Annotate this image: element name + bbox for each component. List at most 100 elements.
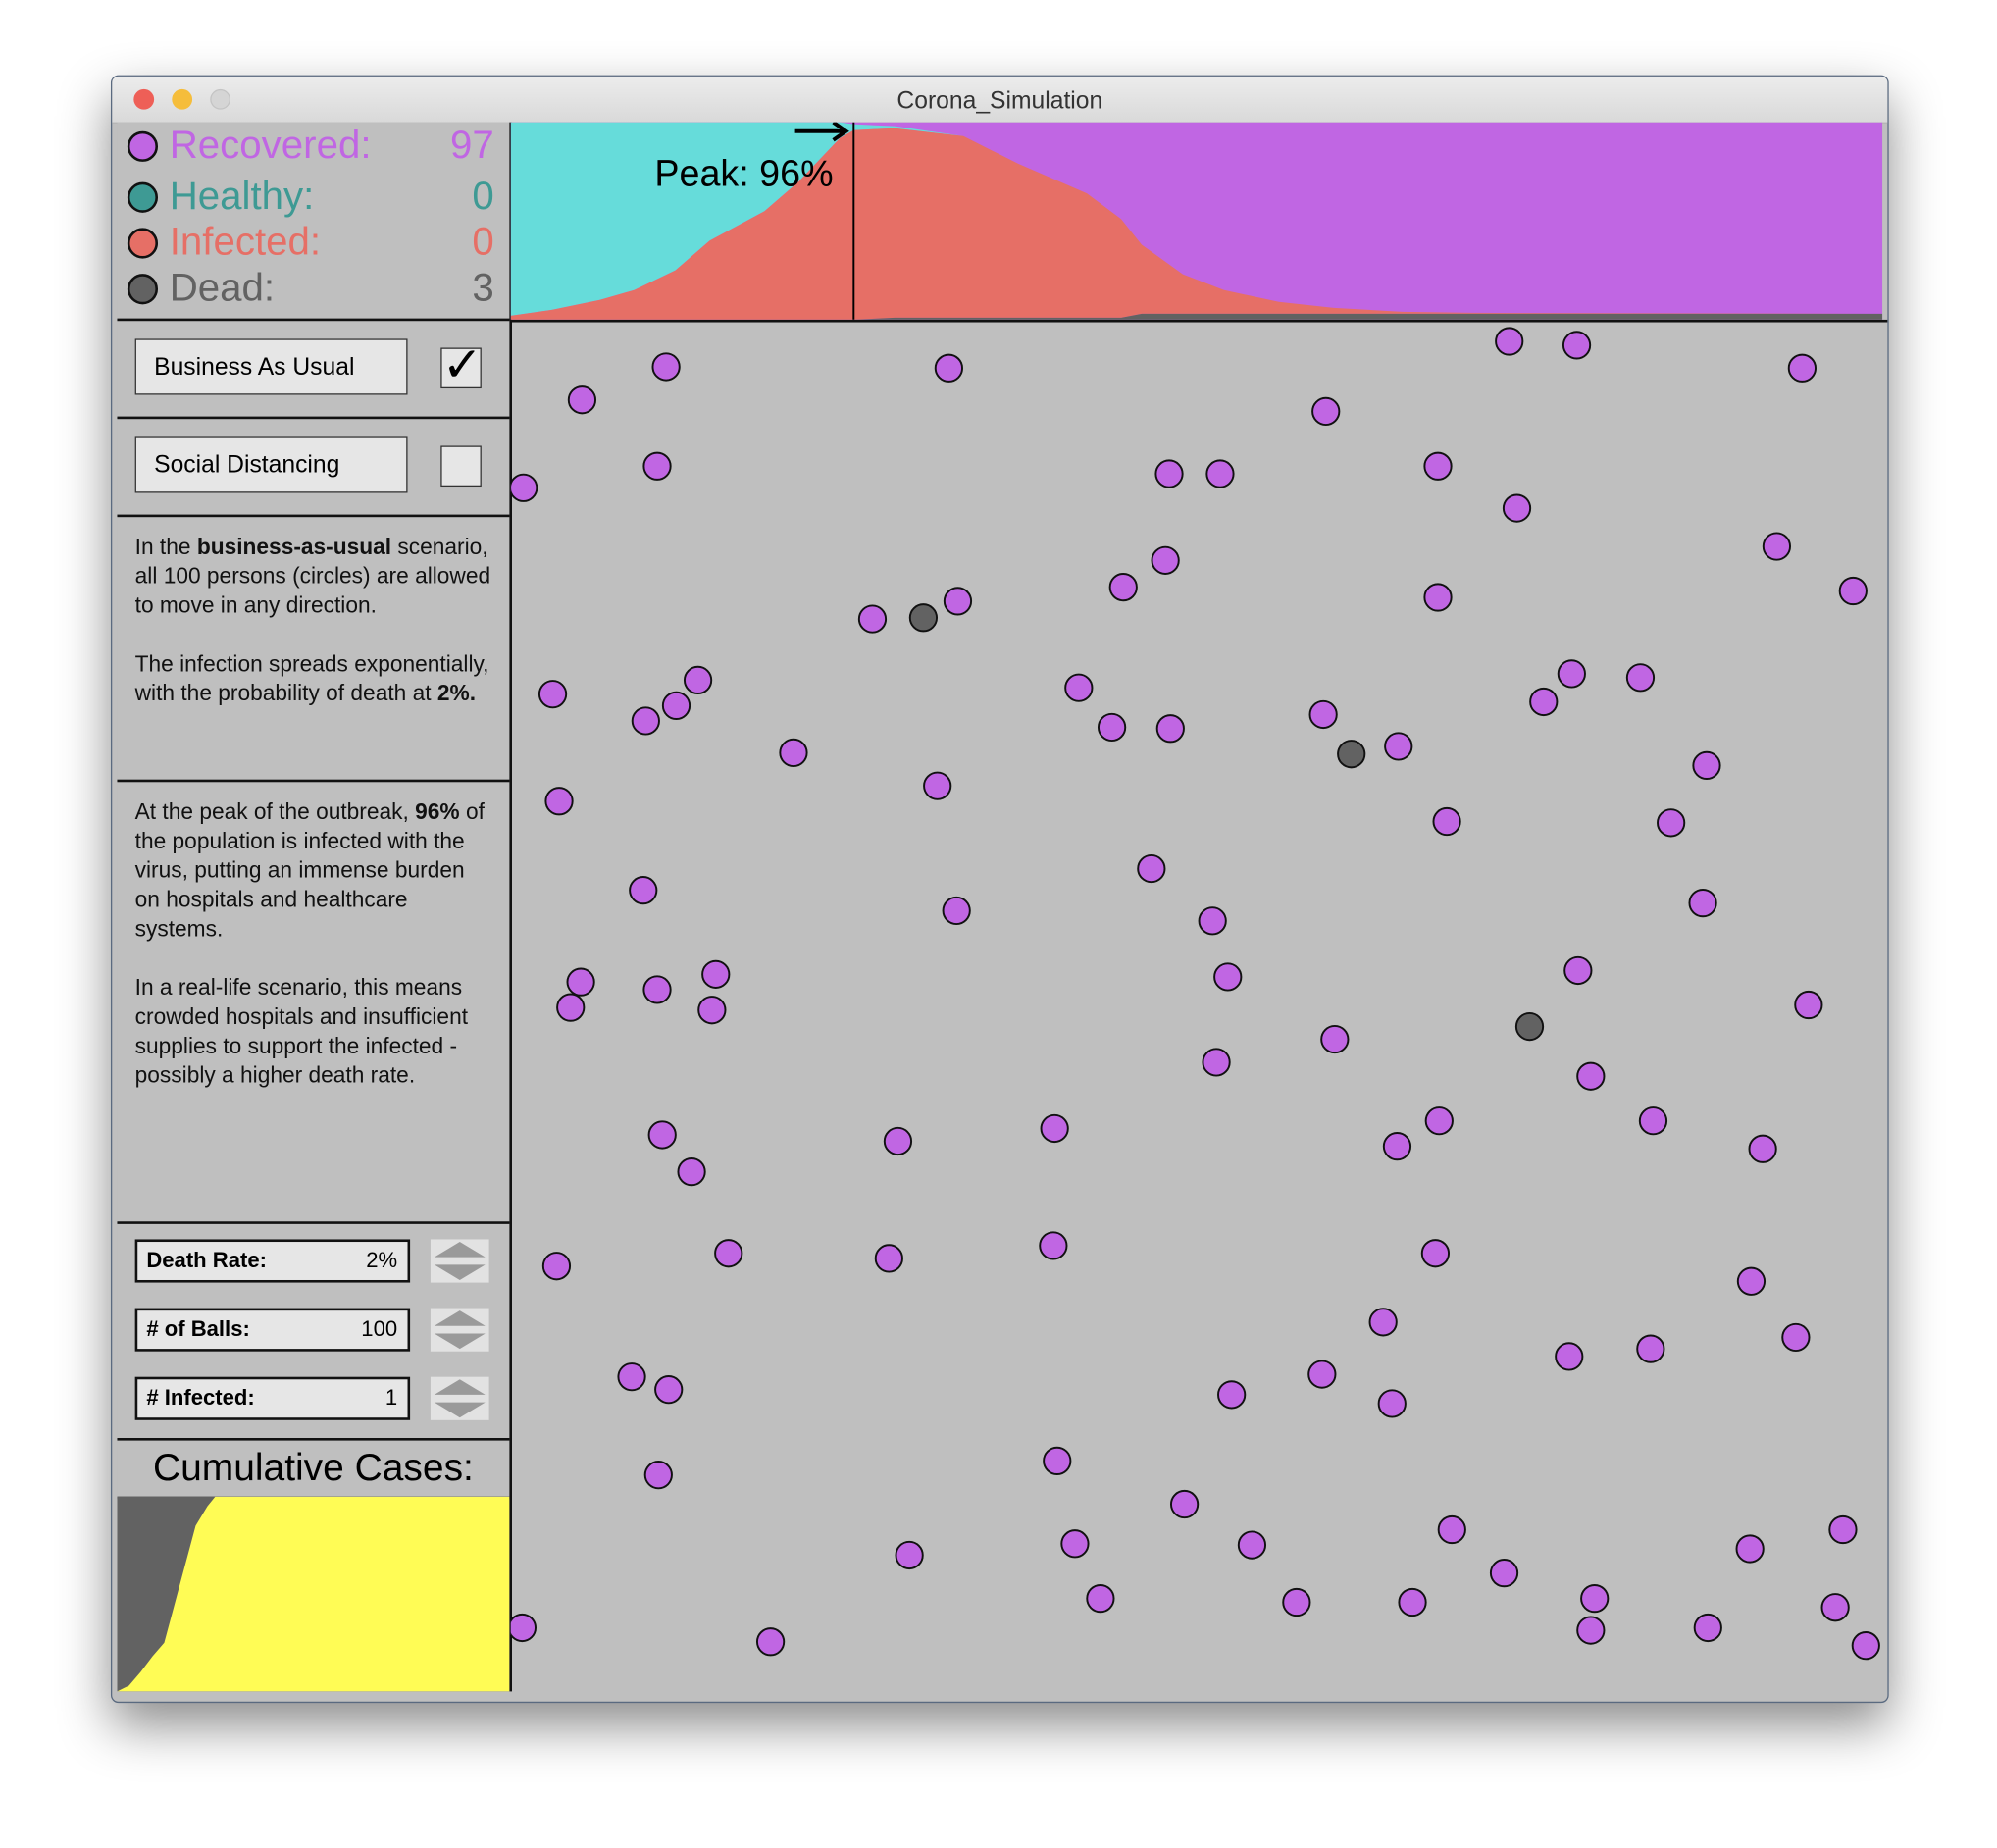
recovered-person (1213, 962, 1243, 992)
recovered-person (642, 975, 672, 1004)
recovered-person (1423, 583, 1453, 612)
ball-count-stepper[interactable] (430, 1308, 489, 1352)
description-paragraph: In a real-life scenario, this means crow… (135, 973, 492, 1090)
description-text: At the peak of the outbreak, (134, 798, 416, 825)
recovered-person (1169, 1489, 1200, 1519)
recovered-person (943, 587, 973, 616)
recovered-person (651, 352, 681, 382)
recovered-person (683, 665, 713, 695)
recovered-person (617, 1362, 646, 1392)
recovered-person (1576, 1061, 1606, 1091)
scenario-business-as-usual: Business As Usual ✓ (117, 321, 510, 420)
description-text: In the (134, 534, 197, 560)
recovered-person (1307, 1360, 1337, 1389)
recovered-person (1060, 1529, 1090, 1559)
stat-value: 3 (472, 265, 494, 310)
recovered-person (1529, 687, 1559, 717)
recovered-person (1502, 493, 1532, 523)
arrow-down-icon[interactable] (434, 1333, 486, 1350)
recovered-person (1692, 750, 1721, 781)
recovered-person (1638, 1106, 1668, 1136)
social-distancing-button[interactable]: Social Distancing (134, 436, 408, 493)
recovered-person (1040, 1113, 1069, 1144)
recovered-person (1423, 451, 1453, 481)
infected-count-stepper[interactable] (430, 1376, 489, 1420)
stat-label: Recovered: (169, 122, 372, 168)
title-bar: Corona_Simulation (112, 76, 1888, 124)
recovered-person (647, 1120, 677, 1150)
recovered-person (1625, 663, 1656, 693)
recovered-person (1657, 808, 1686, 838)
cumulative-cases-chart (117, 1496, 510, 1692)
field-label: # Infected: (146, 1385, 255, 1411)
recovered-person (544, 787, 574, 816)
recovered-person (1693, 1613, 1722, 1643)
recovered-person (1384, 732, 1413, 761)
death-rate-stepper[interactable] (430, 1239, 489, 1283)
dead-dot-icon (127, 274, 159, 305)
field-value: 1 (384, 1385, 398, 1411)
recovered-person (629, 876, 658, 905)
recovered-person (677, 1157, 706, 1187)
recovered-person (1320, 1024, 1350, 1054)
recovered-person (1851, 1631, 1880, 1661)
stat-dead: Dead: 3 (127, 265, 494, 311)
recovered-person (1576, 1616, 1606, 1645)
ball-count-field[interactable]: # of Balls: 100 (134, 1308, 411, 1352)
recovered-person (556, 993, 586, 1022)
description-text: In a real-life scenario, this means crow… (134, 974, 469, 1088)
recovered-person (1308, 699, 1338, 730)
stats-legend: Recovered: 97 Healthy: 0 Infected: 0 Dea… (117, 122, 510, 322)
recovered-dot-icon (127, 130, 159, 162)
arrow-up-icon[interactable] (434, 1310, 486, 1326)
field-label: # of Balls: (146, 1316, 250, 1342)
control-panel: Recovered: 97 Healthy: 0 Infected: 0 Dea… (117, 122, 512, 1692)
arrow-up-icon[interactable] (434, 1242, 486, 1258)
recovered-person (1580, 1584, 1610, 1614)
social-distancing-checkbox[interactable] (440, 445, 482, 488)
recovered-person (874, 1244, 903, 1273)
recovered-person (755, 1627, 786, 1657)
recovered-person (1562, 331, 1592, 360)
stat-value: 0 (472, 173, 494, 219)
recovered-person (1838, 576, 1868, 606)
recovered-person (779, 738, 808, 768)
description-text: 2%. (436, 680, 477, 706)
infected-count-field[interactable]: # Infected: 1 (134, 1376, 411, 1420)
recovered-person (1198, 906, 1227, 936)
dead-person (908, 603, 939, 633)
recovered-person (510, 1613, 537, 1643)
description-text: business-as-usual (196, 534, 392, 560)
arrow-up-icon[interactable] (434, 1379, 486, 1395)
recovered-person (701, 959, 731, 989)
recovered-person (1097, 712, 1127, 743)
recovered-person (1382, 1132, 1412, 1161)
business-as-usual-button[interactable]: Business As Usual (134, 338, 408, 395)
recovered-person (1217, 1380, 1247, 1410)
arrow-down-icon[interactable] (434, 1402, 486, 1418)
recovered-person (1202, 1048, 1231, 1077)
recovered-person (1155, 714, 1185, 744)
business-as-usual-checkbox[interactable]: ✓ (440, 341, 483, 389)
recovered-person (643, 1461, 673, 1490)
arrow-down-icon[interactable] (434, 1264, 486, 1280)
scenario-social-distancing: Social Distancing (117, 419, 510, 518)
recovered-person (1064, 673, 1094, 702)
death-rate-field[interactable]: Death Rate: 2% (134, 1239, 411, 1283)
recovered-person (541, 1252, 572, 1281)
recovered-person (1495, 327, 1524, 356)
recovered-person (1368, 1308, 1398, 1337)
cumulative-cases-title: Cumulative Cases: (117, 1438, 510, 1500)
recovered-person (1555, 1342, 1584, 1371)
recovered-person (1736, 1266, 1767, 1296)
recovered-person (1282, 1587, 1311, 1617)
recovered-person (538, 680, 568, 709)
recovered-person (1437, 1514, 1466, 1545)
recovered-person (661, 691, 691, 720)
recovered-person (567, 385, 597, 415)
checkmark-icon: ✓ (441, 338, 483, 392)
field-value: 100 (361, 1316, 398, 1342)
peak-label: Peak: 96% (654, 154, 834, 195)
recovered-person (566, 967, 595, 997)
stat-label: Healthy: (169, 173, 315, 219)
